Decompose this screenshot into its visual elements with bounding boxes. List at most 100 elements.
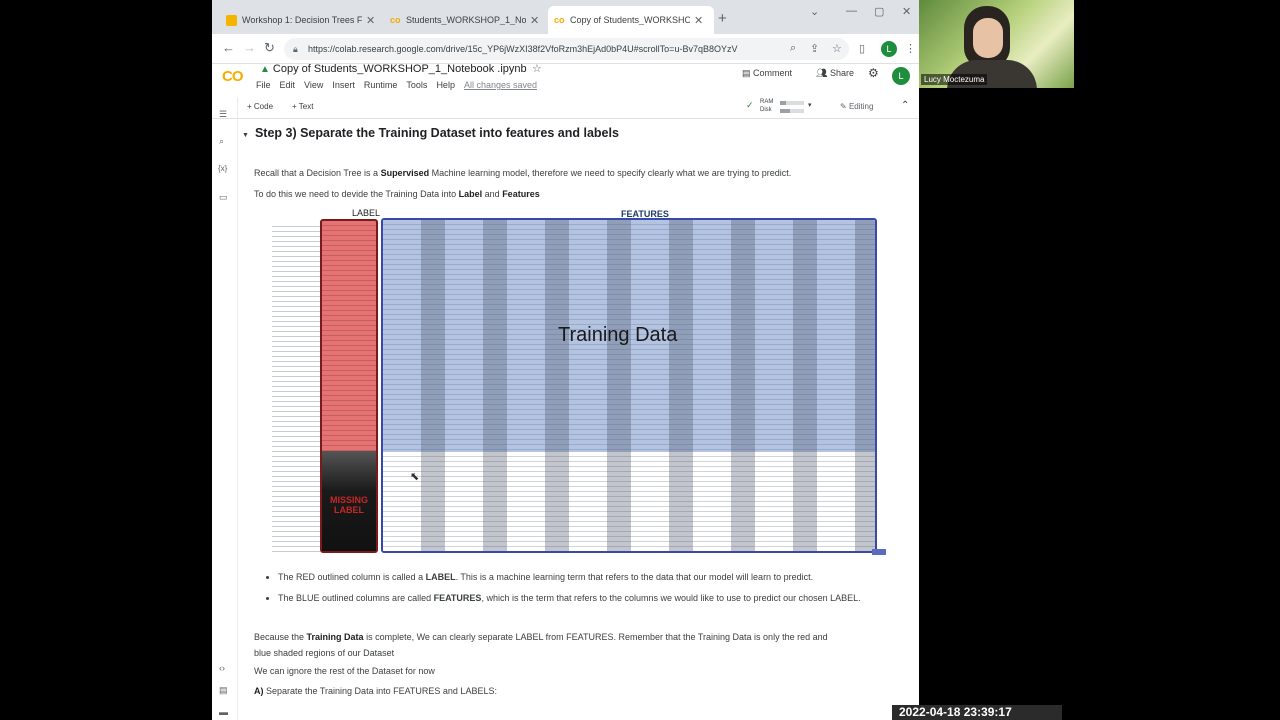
comment-label: Comment bbox=[753, 68, 793, 78]
add-code-button[interactable]: + Code bbox=[247, 102, 273, 111]
menu-help[interactable]: Help bbox=[436, 80, 455, 90]
tab-title: Students_WORKSHOP_1_Noteb bbox=[406, 15, 526, 25]
bold-span: Label bbox=[458, 189, 483, 199]
ram-bar bbox=[780, 101, 804, 105]
text-cell[interactable]: ▼ Step 3) Separate the Training Dataset i… bbox=[238, 119, 919, 720]
url-field[interactable]: 🔒︎ https://colab.research.google.com/dri… bbox=[284, 38, 849, 60]
profile-avatar[interactable]: L bbox=[881, 41, 897, 57]
reload-icon[interactable]: ↻ bbox=[264, 40, 275, 56]
save-status[interactable]: All changes saved bbox=[464, 80, 537, 90]
browser-window: Workshop 1: Decision Trees Feb ✕ co Stud… bbox=[212, 0, 919, 720]
text-span: The BLUE outlined columns are called bbox=[278, 593, 434, 603]
terminal-icon[interactable]: ▬ bbox=[219, 707, 228, 717]
lock-icon: 🔒︎ bbox=[293, 44, 298, 54]
menu-view[interactable]: View bbox=[304, 80, 323, 90]
text-span: Separate the Training Data into FEATURES… bbox=[263, 686, 497, 696]
text-span: Recall that a Decision Tree is a bbox=[254, 168, 381, 178]
close-window-icon[interactable]: ✕ bbox=[902, 5, 911, 18]
colab-profile-avatar[interactable]: L bbox=[892, 67, 910, 85]
disk-bar bbox=[780, 109, 804, 113]
code-snippets-icon[interactable]: ‹› bbox=[219, 663, 225, 673]
zoom-icon[interactable]: ⌕ bbox=[790, 42, 796, 55]
share-button[interactable]: 👥︎ Share bbox=[816, 68, 854, 79]
tab-title: Workshop 1: Decision Trees Feb bbox=[242, 15, 362, 25]
settings-gear-icon[interactable]: ⚙ bbox=[868, 66, 879, 80]
text-span: Because the bbox=[254, 632, 307, 642]
runtime-dropdown-icon[interactable]: ▾ bbox=[808, 101, 812, 109]
webcam-video: Lucy Moctezuma bbox=[919, 0, 1074, 88]
text-span: To do this we need to devide the Trainin… bbox=[254, 189, 459, 199]
menu-edit[interactable]: Edit bbox=[280, 80, 296, 90]
colab-favicon-icon: co bbox=[390, 14, 401, 25]
row-labels-column bbox=[272, 222, 320, 554]
address-bar-row: ← → ↻ 🔒︎ https://colab.research.google.c… bbox=[212, 34, 919, 64]
share-people-icon: 👥︎ bbox=[816, 68, 828, 78]
explanation-bullets: The RED outlined column is called a LABE… bbox=[268, 570, 888, 606]
back-icon[interactable]: ← bbox=[222, 40, 235, 55]
bullet-features: The BLUE outlined columns are called FEA… bbox=[278, 591, 888, 606]
collapse-header-icon[interactable]: ⌃ bbox=[901, 100, 909, 111]
close-tab-icon[interactable]: ✕ bbox=[530, 14, 539, 27]
menu-insert[interactable]: Insert bbox=[332, 80, 355, 90]
variables-icon[interactable]: {x} bbox=[218, 164, 227, 173]
tab-students-notebook[interactable]: co Students_WORKSHOP_1_Noteb ✕ bbox=[384, 6, 546, 34]
ram-bar-fill bbox=[780, 101, 786, 105]
slides-favicon-icon bbox=[226, 14, 237, 26]
pencil-icon: ✎ bbox=[840, 102, 847, 111]
add-text-button[interactable]: + Text bbox=[292, 102, 313, 111]
sidebar-icon[interactable]: ▯ bbox=[859, 42, 865, 55]
text-span: , which is the term that refers to the c… bbox=[481, 593, 861, 603]
drive-icon: ▲ bbox=[260, 64, 270, 75]
tab-copy-notebook[interactable]: co Copy of Students_WORKSHOP_1 ✕ bbox=[548, 6, 714, 34]
files-folder-icon[interactable]: ▭ bbox=[219, 192, 228, 203]
comment-button[interactable]: ▤ Comment bbox=[742, 68, 792, 79]
section-heading[interactable]: ▼ Step 3) Separate the Training Dataset i… bbox=[242, 126, 619, 140]
paragraph-complete: Because the Training Data is complete, W… bbox=[254, 629, 828, 661]
colab-logo[interactable]: CO bbox=[222, 68, 243, 85]
text-span: The RED outlined column is called a bbox=[278, 572, 426, 582]
command-palette-icon[interactable]: ▤ bbox=[219, 685, 228, 696]
bookmark-star-icon[interactable]: ☆ bbox=[832, 42, 842, 55]
table-of-contents-icon[interactable]: ☰ bbox=[219, 109, 227, 120]
tab-workshop-slides[interactable]: Workshop 1: Decision Trees Feb ✕ bbox=[220, 6, 382, 34]
collapse-section-icon[interactable]: ▼ bbox=[242, 132, 249, 139]
features-region-blue: Training Data bbox=[381, 218, 877, 553]
figure-corner-mark bbox=[872, 549, 886, 555]
share-label: Share bbox=[829, 68, 854, 78]
tab-search-icon[interactable]: ⌄ bbox=[810, 5, 819, 18]
notebook-toolbar: + Code + Text ✓ RAM Disk ▾ ✎ Editing ⌃ bbox=[212, 97, 919, 119]
paragraph-supervised: Recall that a Decision Tree is a Supervi… bbox=[254, 168, 791, 178]
menu-bar: File Edit View Insert Runtime Tools Help… bbox=[256, 80, 537, 90]
menu-runtime[interactable]: Runtime bbox=[364, 80, 398, 90]
recording-timestamp: 2022-04-18 23:39:17 bbox=[892, 705, 1062, 720]
paragraph-step-a: A) Separate the Training Data into FEATU… bbox=[254, 686, 497, 696]
disk-bar-fill bbox=[780, 109, 790, 113]
close-tab-icon[interactable]: ✕ bbox=[694, 14, 703, 27]
editing-mode-button[interactable]: ✎ Editing bbox=[840, 102, 873, 111]
browser-menu-icon[interactable]: ⋮ bbox=[905, 42, 916, 55]
star-notebook-icon[interactable]: ☆ bbox=[532, 62, 542, 75]
webcam-name-label: Lucy Moctezuma bbox=[921, 74, 988, 85]
forward-icon[interactable]: → bbox=[243, 40, 256, 55]
bullet-label: The RED outlined column is called a LABE… bbox=[278, 570, 888, 585]
colab-header: CO ▲ Copy of Students_WORKSHOP_1_Notebook… bbox=[212, 62, 919, 96]
notebook-title[interactable]: ▲ Copy of Students_WORKSHOP_1_Notebook .i… bbox=[260, 63, 527, 75]
minimize-icon[interactable]: — bbox=[846, 5, 857, 17]
comment-icon: ▤ bbox=[742, 68, 751, 78]
new-tab-icon[interactable]: + bbox=[718, 10, 727, 27]
ram-label: RAM bbox=[760, 99, 774, 105]
menu-tools[interactable]: Tools bbox=[406, 80, 427, 90]
text-span: blue shaded regions of our Dataset bbox=[254, 648, 395, 658]
paragraph-ignore: We can ignore the rest of the Dataset fo… bbox=[254, 666, 435, 676]
maximize-icon[interactable]: ▢ bbox=[874, 5, 884, 18]
share-page-icon[interactable]: ⇪ bbox=[810, 42, 819, 55]
text-span: Machine learning model, therefore we nee… bbox=[429, 168, 792, 178]
bold-span: Features bbox=[502, 189, 540, 199]
search-icon[interactable]: ⌕ bbox=[219, 136, 224, 147]
text-span: and bbox=[482, 189, 503, 199]
close-tab-icon[interactable]: ✕ bbox=[366, 14, 375, 27]
bold-span: FEATURES bbox=[433, 593, 482, 603]
ram-disk-indicator[interactable]: ✓ RAM Disk ▾ bbox=[746, 98, 816, 116]
menu-file[interactable]: File bbox=[256, 80, 271, 90]
editing-label: Editing bbox=[848, 102, 874, 111]
